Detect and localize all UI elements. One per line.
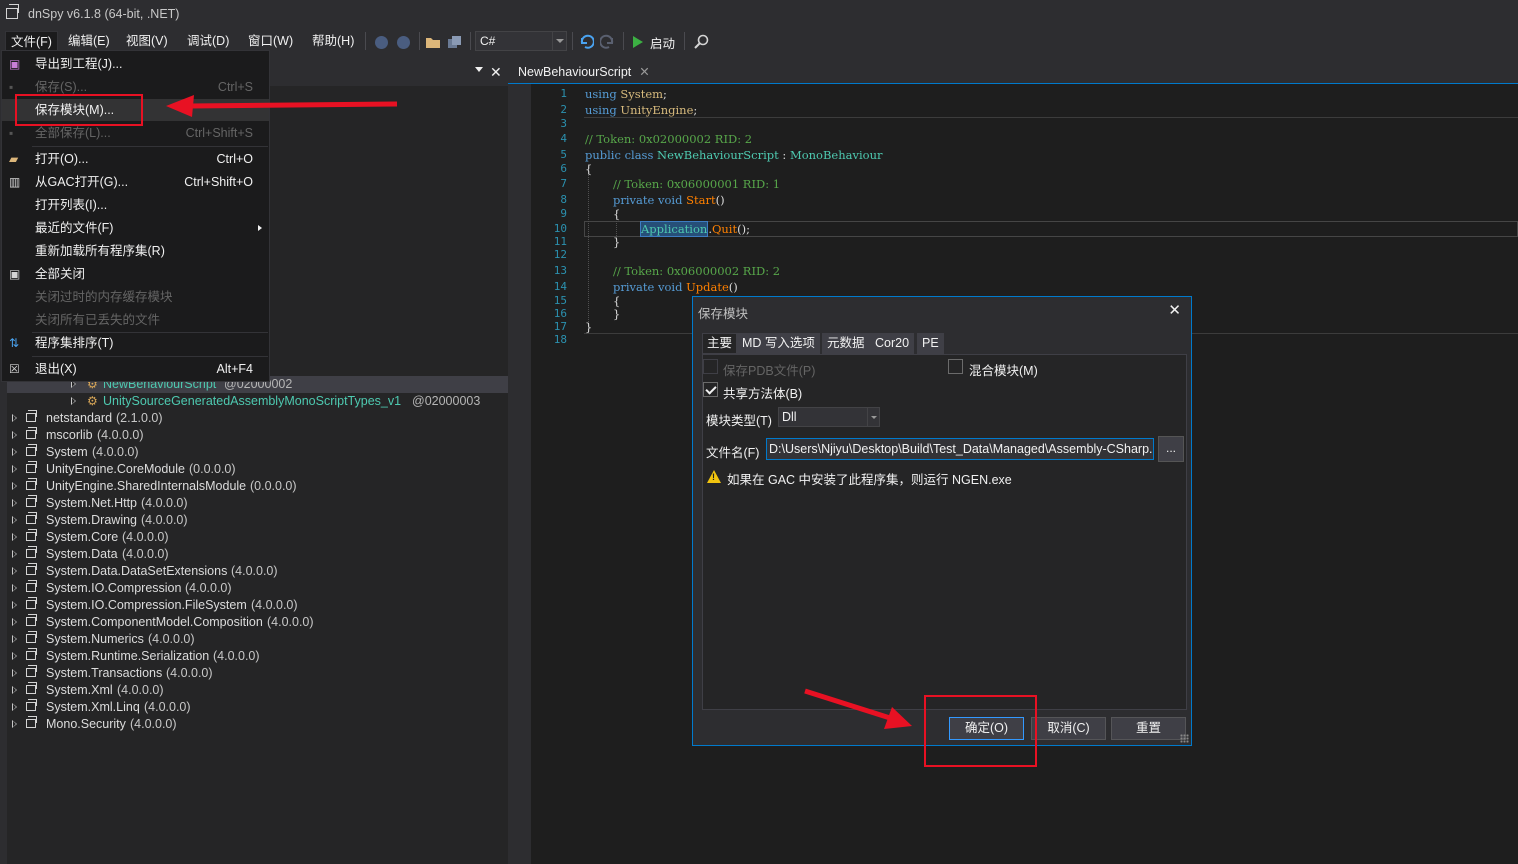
line-number: 11 bbox=[553, 235, 567, 248]
line-number: 14 bbox=[553, 280, 567, 293]
line-number: 4 bbox=[560, 132, 567, 145]
annotation-arrow-icon bbox=[166, 95, 398, 117]
line-number: 7 bbox=[560, 177, 567, 190]
line-number: 3 bbox=[560, 117, 567, 130]
line-number: 10 bbox=[553, 222, 567, 235]
line-number: 6 bbox=[560, 162, 567, 175]
line-number: 18 bbox=[553, 333, 567, 346]
line-number: 13 bbox=[553, 264, 567, 277]
annotation-arrow-icon bbox=[804, 688, 912, 729]
line-number: 12 bbox=[553, 248, 567, 261]
line-number: 8 bbox=[560, 193, 567, 206]
line-number: 2 bbox=[560, 103, 567, 116]
line-number: 9 bbox=[560, 207, 567, 220]
line-number: 16 bbox=[553, 307, 567, 320]
line-number: 5 bbox=[560, 148, 567, 161]
annotation-arrows bbox=[166, 95, 912, 729]
line-number: 15 bbox=[553, 294, 567, 307]
line-number: 1 bbox=[560, 87, 567, 100]
line-number: 17 bbox=[553, 320, 567, 333]
